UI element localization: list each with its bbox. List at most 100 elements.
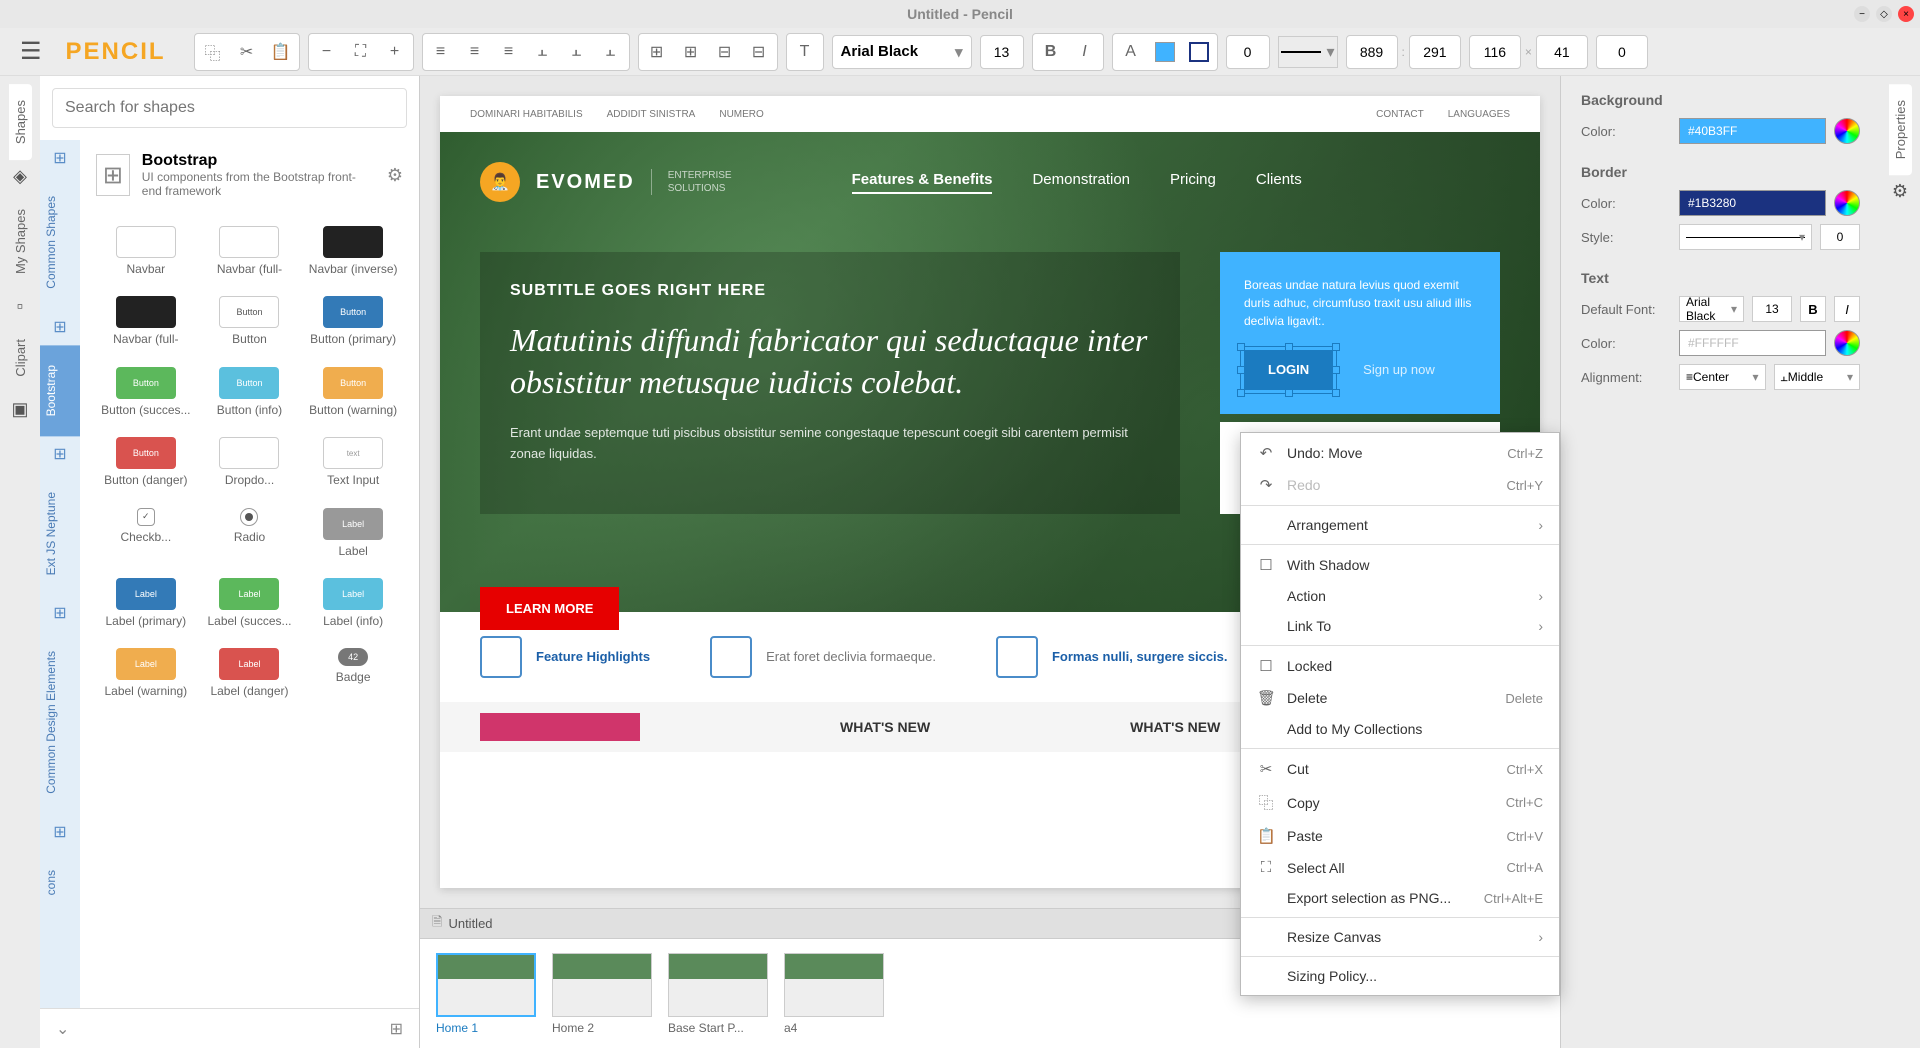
color-picker-icon[interactable] <box>1834 118 1860 144</box>
shape-item[interactable]: ✓Checkb... <box>96 500 196 566</box>
shape-item[interactable]: ButtonButton <box>200 288 300 354</box>
cat-icon-common[interactable]: ⊞ <box>40 140 80 176</box>
minimize-button[interactable]: − <box>1854 6 1870 22</box>
border-width-prop-input[interactable] <box>1820 224 1860 250</box>
page-thumb[interactable]: Home 1 <box>436 953 536 1035</box>
shape-item[interactable]: LabelLabel (danger) <box>200 640 300 706</box>
page-thumb[interactable]: Home 2 <box>552 953 652 1035</box>
size-w-input[interactable] <box>1469 35 1521 69</box>
shape-item[interactable]: Navbar (full- <box>200 218 300 284</box>
bg-color-input[interactable]: #40B3FF <box>1679 118 1826 144</box>
shape-item[interactable]: Dropdo... <box>200 429 300 495</box>
cat-tab-icons[interactable]: cons <box>40 850 80 915</box>
ctx-item[interactable]: ☐Locked <box>1241 650 1559 682</box>
italic-toggle[interactable]: I <box>1834 296 1860 322</box>
font-family-select[interactable]: Arial Black <box>832 35 972 69</box>
ctx-item[interactable]: Action› <box>1241 581 1559 611</box>
shape-item[interactable]: ButtonButton (info) <box>200 359 300 425</box>
ctx-item[interactable]: 📋PasteCtrl+V <box>1241 820 1559 852</box>
text-color-icon[interactable]: A <box>1115 36 1147 68</box>
align-middle-icon[interactable]: ⫠ <box>561 36 593 68</box>
ctx-item[interactable]: Sizing Policy... <box>1241 961 1559 991</box>
ctx-item[interactable]: Add to My Collections <box>1241 714 1559 744</box>
ctx-item[interactable]: ☐With Shadow <box>1241 549 1559 581</box>
copy-icon[interactable]: ⿻ <box>197 36 229 68</box>
font-size-prop-input[interactable] <box>1752 296 1792 322</box>
bold-toggle[interactable]: B <box>1800 296 1826 322</box>
ctx-item[interactable]: ⛶Select AllCtrl+A <box>1241 852 1559 883</box>
shape-item[interactable]: LabelLabel (warning) <box>96 640 196 706</box>
same-h-icon[interactable]: ⊟ <box>743 36 775 68</box>
grid-icon[interactable]: ⊞ <box>390 1019 403 1039</box>
align-bottom-icon[interactable]: ⫠ <box>595 36 627 68</box>
ctx-item[interactable]: Arrangement› <box>1241 510 1559 540</box>
cat-icon-icons[interactable]: ⊞ <box>40 814 80 850</box>
zoom-out-icon[interactable]: − <box>311 36 343 68</box>
cat-tab-common[interactable]: Common Shapes <box>40 176 80 309</box>
cat-icon-bootstrap[interactable]: ⊞ <box>40 309 80 345</box>
shape-item[interactable]: Navbar (full- <box>96 288 196 354</box>
shape-item[interactable]: textText Input <box>303 429 403 495</box>
cat-tab-design[interactable]: Common Design Elements <box>40 631 80 814</box>
shape-item[interactable]: ButtonButton (danger) <box>96 429 196 495</box>
shape-item[interactable]: ButtonButton (primary) <box>303 288 403 354</box>
font-family-prop-select[interactable]: Arial Black <box>1679 296 1744 322</box>
ctx-item[interactable]: ⿻CopyCtrl+C <box>1241 785 1559 820</box>
ctx-item[interactable]: 🗑DeleteDelete <box>1241 682 1559 714</box>
align-h-select[interactable]: ≡ Center <box>1679 364 1766 390</box>
ctx-item[interactable]: ✂CutCtrl+X <box>1241 753 1559 785</box>
shape-item[interactable]: Navbar (inverse) <box>303 218 403 284</box>
shape-item[interactable]: LabelLabel <box>303 500 403 566</box>
page-thumb[interactable]: a4 <box>784 953 884 1035</box>
cat-icon-design[interactable]: ⊞ <box>40 595 80 631</box>
shape-item[interactable]: 42Badge <box>303 640 403 706</box>
rail-tab-clipart[interactable]: Clipart <box>9 323 32 393</box>
line-style-select[interactable]: ▾ <box>1278 36 1338 68</box>
gear-icon[interactable]: ⚙ <box>387 165 403 186</box>
shape-item[interactable]: ButtonButton (succes... <box>96 359 196 425</box>
align-left-icon[interactable]: ≡ <box>425 36 457 68</box>
shape-item[interactable]: Radio <box>200 500 300 566</box>
fill-color-swatch[interactable] <box>1149 36 1181 68</box>
shape-item[interactable]: LabelLabel (primary) <box>96 570 196 636</box>
color-picker-icon[interactable] <box>1834 190 1860 216</box>
text-tool-icon[interactable]: T <box>789 36 821 68</box>
pos-y-input[interactable] <box>1409 35 1461 69</box>
align-v-select[interactable]: ⫠ Middle <box>1774 364 1861 390</box>
align-right-icon[interactable]: ≡ <box>493 36 525 68</box>
dist-h-icon[interactable]: ⊞ <box>641 36 673 68</box>
align-center-icon[interactable]: ≡ <box>459 36 491 68</box>
ctx-item[interactable]: ↶Undo: MoveCtrl+Z <box>1241 437 1559 469</box>
angle-input[interactable] <box>1596 35 1648 69</box>
border-color-input[interactable]: #1B3280 <box>1679 190 1826 216</box>
same-w-icon[interactable]: ⊟ <box>709 36 741 68</box>
pos-x-input[interactable] <box>1346 35 1398 69</box>
collapse-icon[interactable]: ⌄ <box>56 1019 69 1039</box>
italic-icon[interactable]: I <box>1069 36 1101 68</box>
close-button[interactable]: × <box>1898 6 1914 22</box>
shape-item[interactable]: Navbar <box>96 218 196 284</box>
zoom-fit-icon[interactable]: ⛶ <box>345 36 377 68</box>
doc-tab[interactable]: 🗎 Untitled <box>432 913 493 935</box>
ctx-item[interactable]: Resize Canvas› <box>1241 922 1559 952</box>
shape-item[interactable]: LabelLabel (info) <box>303 570 403 636</box>
rail-tab-shapes[interactable]: Shapes <box>9 84 32 160</box>
cat-icon-ext[interactable]: ⊞ <box>40 436 80 472</box>
ctx-item[interactable]: Link To› <box>1241 611 1559 641</box>
stroke-color-swatch[interactable] <box>1183 36 1215 68</box>
dist-v-icon[interactable]: ⊞ <box>675 36 707 68</box>
color-picker-icon[interactable] <box>1834 330 1860 356</box>
shape-item[interactable]: LabelLabel (succes... <box>200 570 300 636</box>
cut-icon[interactable]: ✂ <box>231 36 263 68</box>
cat-tab-ext[interactable]: Ext JS Neptune <box>40 472 80 595</box>
shape-item[interactable]: ButtonButton (warning) <box>303 359 403 425</box>
border-style-select[interactable] <box>1679 224 1812 250</box>
page-thumb[interactable]: Base Start P... <box>668 953 768 1035</box>
search-input[interactable] <box>52 88 407 128</box>
ctx-item[interactable]: Export selection as PNG...Ctrl+Alt+E <box>1241 883 1559 913</box>
text-color-input[interactable]: #FFFFFF <box>1679 330 1826 356</box>
bold-icon[interactable]: B <box>1035 36 1067 68</box>
size-h-input[interactable] <box>1536 35 1588 69</box>
zoom-in-icon[interactable]: + <box>379 36 411 68</box>
rail-tab-myshapes[interactable]: My Shapes <box>9 193 32 290</box>
